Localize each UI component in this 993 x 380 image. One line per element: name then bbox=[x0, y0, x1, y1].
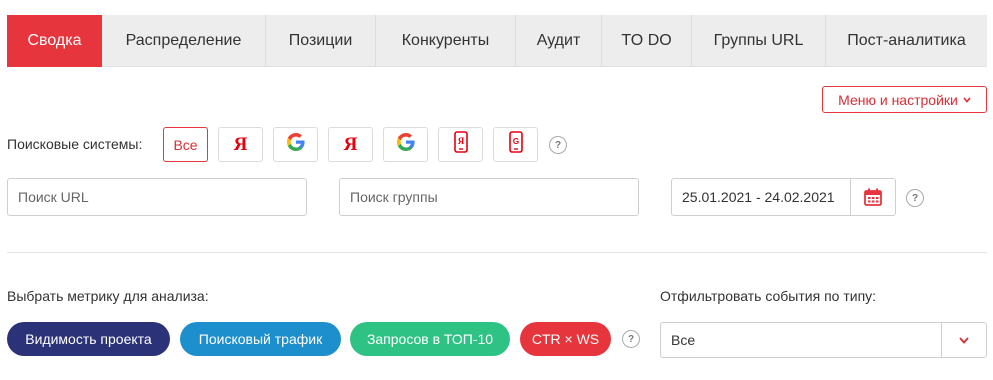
tab-positions[interactable]: Позиции bbox=[266, 15, 376, 67]
search-engines-help-icon[interactable]: ? bbox=[549, 136, 567, 154]
group-search-input[interactable] bbox=[339, 178, 639, 216]
chevron-down-icon[interactable] bbox=[941, 323, 986, 357]
search-engine-google-2-button[interactable] bbox=[383, 127, 428, 162]
metric-traffic-button[interactable]: Поисковый трафик bbox=[180, 322, 341, 356]
tab-url-groups[interactable]: Группы URL bbox=[692, 15, 826, 67]
metric-select-label: Выбрать метрику для анализа: bbox=[7, 288, 209, 304]
svg-text:G: G bbox=[512, 137, 518, 146]
tab-audit[interactable]: Аудит bbox=[516, 15, 602, 67]
tab-summary[interactable]: Сводка bbox=[7, 15, 102, 67]
metrics-help-icon[interactable]: ? bbox=[622, 330, 640, 348]
search-engine-yandex-2-button[interactable]: Я bbox=[328, 127, 373, 162]
tab-post-analytics[interactable]: Пост-аналитика bbox=[826, 15, 987, 67]
search-engine-yandex-button[interactable]: Я bbox=[218, 127, 263, 162]
tab-distribution[interactable]: Распределение bbox=[102, 15, 266, 67]
main-tabs: Сводка Распределение Позиции Конкуренты … bbox=[7, 15, 987, 67]
date-range-picker[interactable]: 25.01.2021 - 24.02.2021 bbox=[671, 178, 896, 216]
search-engine-all-button[interactable]: Все bbox=[163, 127, 208, 162]
menu-settings-button[interactable]: Меню и настройки bbox=[822, 86, 987, 113]
search-engines-label: Поисковые системы: bbox=[7, 136, 143, 152]
chevron-down-icon bbox=[963, 95, 971, 106]
search-engine-yandex-mobile-button[interactable]: Я bbox=[438, 127, 483, 162]
menu-settings-label: Меню и настройки bbox=[838, 91, 958, 108]
yandex-icon: Я bbox=[343, 133, 358, 155]
date-help-icon[interactable]: ? bbox=[906, 189, 924, 207]
search-engine-google-mobile-button[interactable]: G bbox=[493, 127, 538, 162]
tab-competitors[interactable]: Конкуренты bbox=[376, 15, 516, 67]
event-type-select[interactable]: Все bbox=[660, 322, 987, 358]
tab-todo[interactable]: TO DO bbox=[602, 15, 692, 67]
date-range-value[interactable]: 25.01.2021 - 24.02.2021 bbox=[672, 179, 850, 215]
svg-text:Я: Я bbox=[457, 136, 464, 146]
yandex-icon: Я bbox=[233, 133, 248, 155]
event-type-value[interactable]: Все bbox=[661, 323, 941, 357]
metric-visibility-button[interactable]: Видимость проекта bbox=[7, 322, 170, 356]
google-icon bbox=[286, 133, 305, 156]
metric-ctr-ws-button[interactable]: CTR × WS bbox=[520, 322, 611, 356]
google-mobile-icon: G bbox=[508, 131, 523, 158]
search-engine-google-button[interactable] bbox=[273, 127, 318, 162]
event-filter-label: Отфильтровать события по типу: bbox=[660, 288, 877, 304]
section-divider bbox=[7, 252, 987, 253]
url-search-input[interactable] bbox=[7, 178, 307, 216]
metric-top10-button[interactable]: Запросов в ТОП-10 bbox=[350, 322, 510, 356]
yandex-mobile-icon: Я bbox=[453, 131, 468, 158]
google-icon bbox=[396, 133, 415, 156]
calendar-icon[interactable] bbox=[850, 179, 895, 215]
